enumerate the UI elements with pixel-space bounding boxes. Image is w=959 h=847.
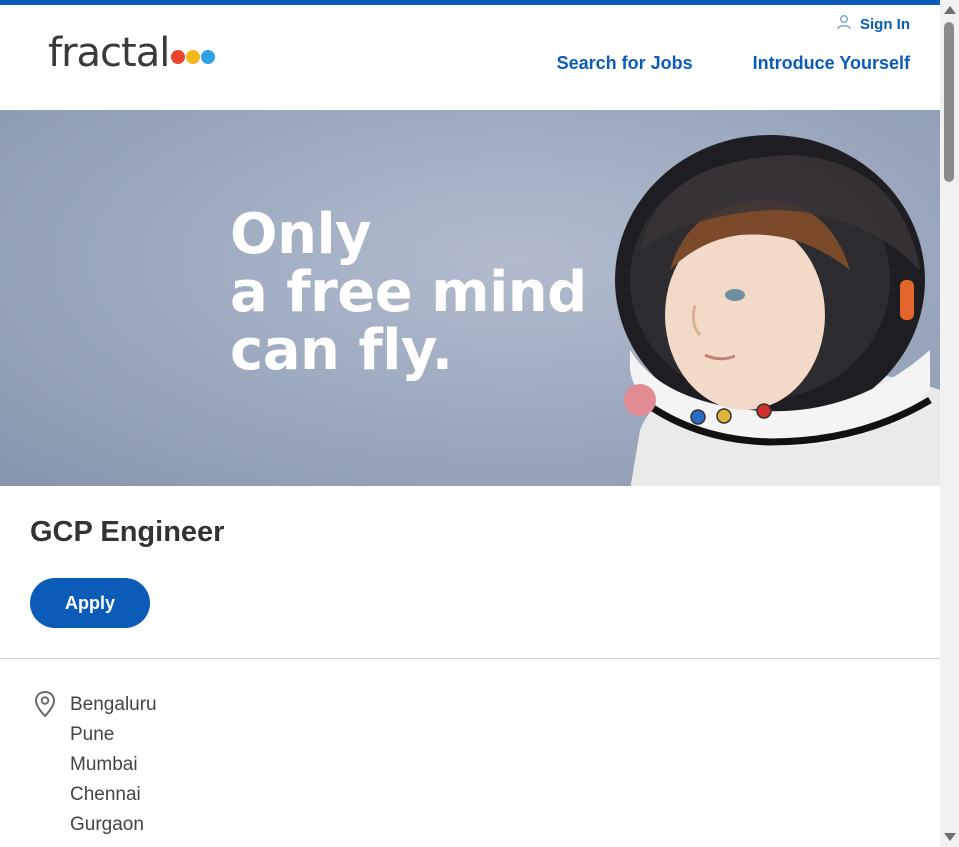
- logo-dot-red: [171, 50, 186, 64]
- main-nav: Search for Jobs Introduce Yourself: [557, 53, 910, 74]
- vertical-scrollbar[interactable]: [940, 0, 959, 847]
- hero-banner: Only a free mind can fly.: [0, 110, 940, 486]
- logo-text: fractal: [48, 30, 170, 76]
- site-header: fractal Sign In Search for Jobs Introduc…: [0, 5, 940, 110]
- job-locations-list: Bengaluru Pune Mumbai Chennai Gurgaon: [70, 690, 157, 840]
- hero-line: can fly.: [230, 318, 453, 383]
- location-item: Mumbai: [70, 754, 138, 775]
- logo-dot-yellow: [186, 50, 201, 64]
- fractal-logo[interactable]: fractal: [48, 30, 216, 76]
- nav-search-for-jobs[interactable]: Search for Jobs: [557, 53, 693, 74]
- hero-line: Only: [230, 202, 372, 267]
- job-title: GCP Engineer: [30, 516, 225, 548]
- location-item: Gurgaon: [70, 814, 144, 835]
- location-item: Pune: [70, 724, 115, 745]
- scroll-thumb[interactable]: [944, 22, 954, 182]
- scroll-up-arrow-icon[interactable]: [944, 6, 956, 14]
- hero-line: a free mind: [230, 260, 587, 325]
- nav-introduce-yourself[interactable]: Introduce Yourself: [753, 53, 910, 74]
- scroll-down-arrow-icon[interactable]: [944, 833, 956, 841]
- sign-in-label: Sign In: [860, 15, 910, 33]
- location-item: Bengaluru: [70, 694, 157, 715]
- user-icon: [836, 14, 852, 34]
- apply-button[interactable]: Apply: [30, 578, 150, 628]
- location-pin-icon: [33, 690, 57, 723]
- section-divider: [0, 658, 940, 659]
- astronaut-child-image: [615, 135, 940, 486]
- logo-dot-blue: [201, 50, 216, 64]
- logo-dots: [171, 50, 216, 64]
- location-item: Chennai: [70, 784, 141, 805]
- sign-in-link[interactable]: Sign In: [836, 14, 910, 34]
- hero-tagline: Only a free mind can fly.: [230, 206, 587, 380]
